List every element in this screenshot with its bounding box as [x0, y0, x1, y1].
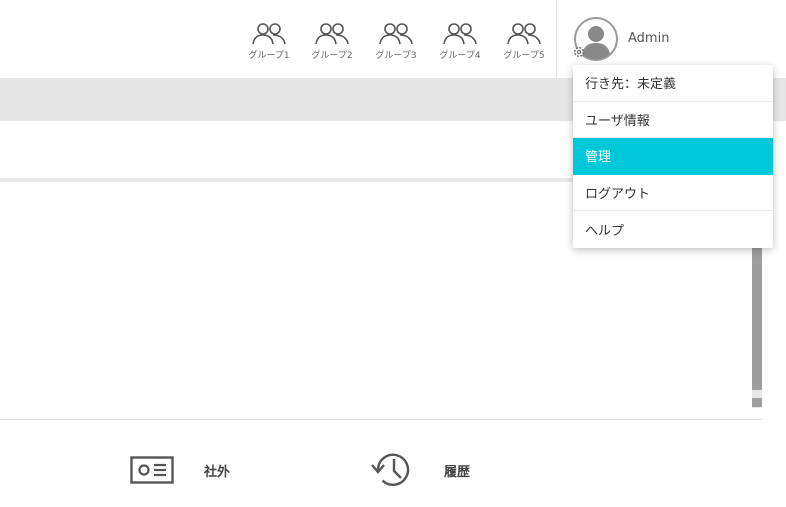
- menu-item-admin[interactable]: 管理: [573, 138, 773, 175]
- group-button-2[interactable]: グループ2: [307, 22, 357, 66]
- user-menu-dropdown: 行き先：未定義 ユーザ情報 管理 ログアウト ヘルプ: [573, 65, 773, 248]
- group-people-icon: [507, 23, 541, 45]
- group-label: グループ2: [311, 51, 353, 61]
- menu-item-user-info[interactable]: ユーザ情報: [573, 102, 773, 139]
- header-divider: [556, 0, 557, 78]
- menu-item-destination[interactable]: 行き先：未定義: [573, 65, 773, 102]
- user-avatar[interactable]: [573, 16, 619, 62]
- group-button-5[interactable]: グループ5: [499, 22, 549, 66]
- gear-icon: [573, 46, 585, 58]
- group-label: グループ5: [503, 51, 545, 61]
- app-page: グループ1 グループ2 グループ3 グループ4 グループ5 Admin 社外 履…: [0, 0, 786, 507]
- group-people-icon: [443, 23, 477, 45]
- history-button[interactable]: 履歴: [370, 448, 470, 492]
- group-button-3[interactable]: グループ3: [371, 22, 421, 66]
- group-button-4[interactable]: グループ4: [435, 22, 485, 66]
- history-clock-icon: [371, 453, 410, 486]
- scrollbar-end: [752, 398, 762, 407]
- group-label: グループ1: [248, 51, 290, 61]
- group-label: グループ3: [375, 51, 417, 61]
- group-people-icon: [315, 23, 349, 45]
- external-label: 社外: [204, 464, 231, 480]
- group-people-icon: [379, 23, 413, 45]
- menu-item-logout[interactable]: ログアウト: [573, 175, 773, 212]
- external-button[interactable]: 社外: [130, 448, 230, 492]
- group-button-1[interactable]: グループ1: [244, 22, 294, 66]
- footer-divider: [0, 419, 762, 420]
- user-name[interactable]: Admin: [628, 31, 669, 46]
- id-card-icon: [130, 456, 174, 484]
- history-label: 履歴: [444, 464, 471, 480]
- group-label: グループ4: [439, 51, 481, 61]
- scrollbar-thumb[interactable]: [752, 248, 762, 390]
- menu-item-help[interactable]: ヘルプ: [573, 211, 773, 248]
- group-people-icon: [252, 23, 286, 45]
